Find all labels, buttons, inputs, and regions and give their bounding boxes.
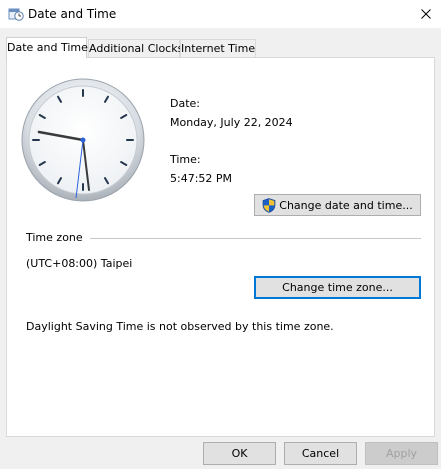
title-bar: Date and Time: [0, 0, 441, 28]
time-value: 5:47:52 PM: [170, 172, 233, 185]
time-label: Time:: [170, 153, 201, 166]
apply-button[interactable]: Apply: [365, 442, 438, 465]
tab-internet-time[interactable]: Internet Time: [180, 39, 256, 57]
ok-button[interactable]: OK: [203, 442, 276, 465]
time-zone-heading: Time zone: [26, 231, 83, 244]
date-label: Date:: [170, 97, 200, 110]
change-time-zone-label: Change time zone...: [282, 281, 393, 294]
change-time-zone-button[interactable]: Change time zone...: [254, 276, 421, 299]
clock-center: [80, 137, 86, 143]
tab-additional-clocks[interactable]: Additional Clocks: [88, 39, 183, 57]
close-icon: [421, 9, 431, 19]
window-title: Date and Time: [28, 7, 117, 21]
change-date-and-time-label: Change date and time...: [279, 198, 413, 212]
analog-clock: [21, 78, 145, 202]
group-divider: [90, 238, 421, 239]
close-button[interactable]: [411, 0, 441, 28]
date-value: Monday, July 22, 2024: [170, 116, 293, 129]
time-zone-value: (UTC+08:00) Taipei: [26, 257, 133, 270]
date-time-icon: [8, 8, 24, 21]
tab-panel: Date: Monday, July 22, 2024 Time: 5:47:5…: [6, 57, 435, 437]
change-date-and-time-button[interactable]: Change date and time...: [254, 194, 421, 216]
tab-date-and-time[interactable]: Date and Time: [6, 37, 88, 58]
uac-shield-icon: [262, 197, 276, 213]
cancel-button[interactable]: Cancel: [284, 442, 357, 465]
dst-note: Daylight Saving Time is not observed by …: [26, 320, 334, 333]
